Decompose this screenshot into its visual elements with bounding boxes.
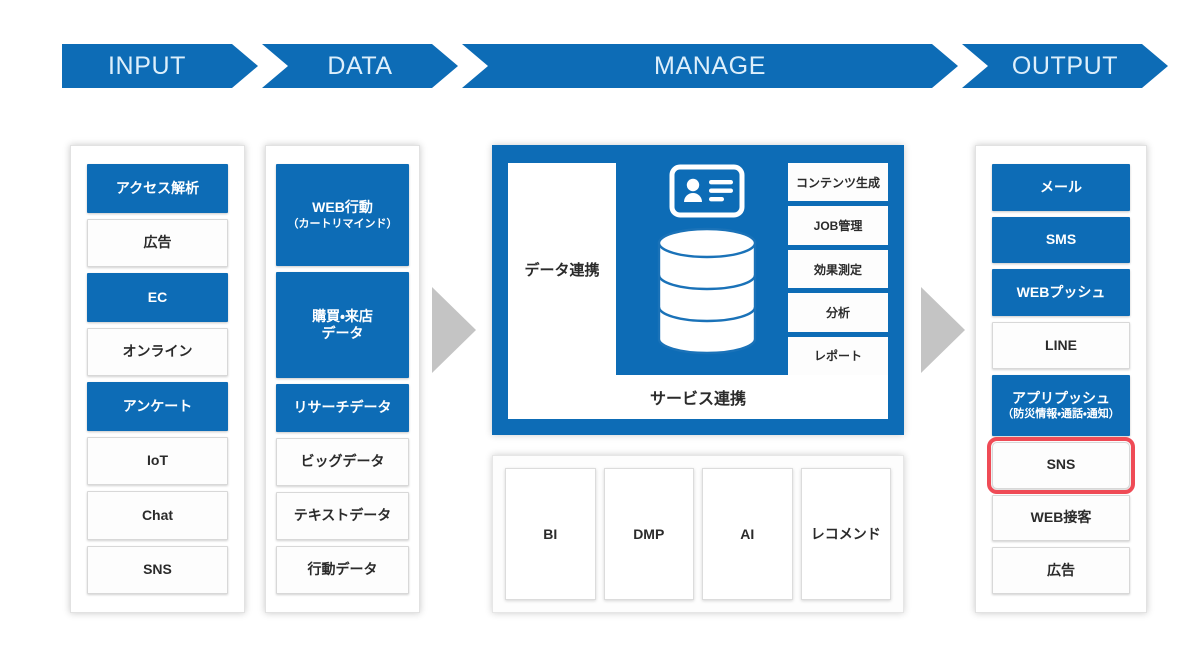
stage-chevron-output[interactable]: OUTPUT	[962, 44, 1168, 88]
data-item-purchase-visit[interactable]: 購買・来店 データ	[276, 272, 409, 378]
stage-chevron-data[interactable]: DATA	[262, 44, 458, 88]
output-item-app-push[interactable]: アプリプッシュ （防災情報・通話・通知）	[992, 374, 1130, 436]
data-item-big-data[interactable]: ビッグデータ	[276, 437, 409, 486]
data-item-behavior-data[interactable]: 行動データ	[276, 545, 409, 595]
manage-data-linkage-label: データ連携	[524, 261, 600, 279]
flow-arrow-manage-to-output	[921, 287, 965, 373]
stage-chevron-label: OUTPUT	[1011, 51, 1119, 80]
chip-sublabel: （防災情報・通話・通知）	[1002, 408, 1120, 421]
chip-label: LINE	[1045, 336, 1077, 353]
manage-tool-recommend[interactable]: レコメンド	[800, 468, 891, 600]
chip-label: Chat	[141, 506, 174, 523]
tool-chip-label: レコメンド	[810, 526, 881, 542]
output-column-panel: メール SMS WEBプッシュ LINE アプリプッシュ （防災情報・通話・通知…	[975, 145, 1147, 613]
manage-service-linkage-label: サービス連携	[649, 391, 746, 408]
manage-function-report[interactable]: レポート	[788, 336, 888, 376]
chip-label: SMS	[1045, 231, 1077, 248]
manage-tool-bi[interactable]: BI	[505, 468, 596, 600]
chip-label: 広告	[1047, 561, 1075, 578]
chip-label: EC	[147, 288, 168, 305]
data-item-text-data[interactable]: テキストデータ	[276, 491, 409, 540]
chip-label: SNS	[143, 561, 172, 577]
input-item-survey[interactable]: アンケート	[87, 382, 228, 431]
input-item-access-analysis[interactable]: アクセス解析	[87, 164, 228, 213]
chip-label: 広告	[143, 234, 172, 250]
side-chip-label: レポート	[813, 349, 862, 364]
diagram-canvas: INPUT DATA MANAGE OUTPUT アクセス解析 広告 EC オン…	[0, 0, 1200, 655]
manage-function-content-generation[interactable]: コンテンツ生成	[788, 163, 888, 202]
flow-arrow-data-to-manage	[432, 287, 476, 373]
manage-function-analysis[interactable]: 分析	[788, 293, 888, 332]
manage-data-linkage-box[interactable]: データ連携	[508, 163, 616, 375]
chip-label: テキストデータ	[293, 507, 392, 524]
tool-chip-label: DMP	[633, 526, 665, 542]
data-column-list: WEB行動 （カートリマインド） 購買・来店 データ リサーチデータ ビッグデー…	[276, 164, 409, 595]
chip-label: SNS	[1046, 456, 1076, 473]
output-item-advertising[interactable]: 広告	[992, 547, 1130, 595]
input-item-iot[interactable]: IoT	[87, 436, 228, 485]
tool-chip-label: AI	[740, 526, 755, 542]
output-item-sns[interactable]: SNS	[987, 436, 1135, 494]
output-item-web-push[interactable]: WEBプッシュ	[992, 269, 1130, 317]
data-item-web-behavior[interactable]: WEB行動 （カートリマインド）	[276, 164, 409, 267]
output-column-list: メール SMS WEBプッシュ LINE アプリプッシュ （防災情報・通話・通知…	[987, 164, 1135, 595]
manage-tool-ai[interactable]: AI	[702, 468, 793, 600]
manage-tool-dmp[interactable]: DMP	[603, 468, 694, 600]
input-item-ec[interactable]: EC	[87, 273, 228, 322]
chip-label: 行動データ	[307, 561, 378, 578]
input-item-sns[interactable]: SNS	[87, 545, 228, 594]
stage-chevron-label: MANAGE	[654, 51, 766, 80]
manage-tools-panel: BI DMP AI レコメンド	[492, 455, 904, 613]
side-chip-label: 効果測定	[813, 262, 862, 277]
manage-function-job-management[interactable]: JOB管理	[788, 206, 888, 245]
chip-label: WEBプッシュ	[1016, 284, 1106, 301]
chip-label: アンケート	[122, 397, 193, 414]
output-item-web-接客[interactable]: WEB接客	[992, 494, 1130, 542]
stage-chevron-label: INPUT	[108, 51, 186, 80]
chip-label: オンライン	[122, 343, 193, 359]
input-column-list: アクセス解析 広告 EC オンライン アンケート IoT Chat SNS	[87, 164, 228, 594]
input-item-chat[interactable]: Chat	[87, 491, 228, 540]
data-column-panel: WEB行動 （カートリマインド） 購買・来店 データ リサーチデータ ビッグデー…	[265, 145, 420, 613]
chip-label: アクセス解析	[115, 179, 200, 196]
chip-label: WEB接客	[1030, 509, 1092, 526]
input-item-advertising[interactable]: 広告	[87, 218, 228, 267]
chip-label: メール	[1040, 178, 1082, 195]
side-chip-label: JOB管理	[813, 219, 863, 234]
stage-chevron-manage[interactable]: MANAGE	[462, 44, 958, 88]
output-item-line[interactable]: LINE	[992, 322, 1130, 369]
manage-function-list: コンテンツ生成 JOB管理 効果測定 分析 レポート	[788, 163, 888, 376]
input-column-panel: アクセス解析 広告 EC オンライン アンケート IoT Chat SNS	[70, 145, 245, 613]
input-item-online[interactable]: オンライン	[87, 327, 228, 376]
database-icon	[653, 227, 761, 355]
data-item-research-data[interactable]: リサーチデータ	[276, 383, 409, 432]
side-chip-label: コンテンツ生成	[795, 175, 880, 190]
manage-panel: データ連携 コンテンツ生成 JOB管理 効果測定 分析 レポート サービス連携	[492, 145, 904, 435]
output-item-sms[interactable]: SMS	[992, 216, 1130, 264]
manage-center-graphics	[632, 163, 782, 375]
chip-label: アプリプッシュ	[1012, 389, 1110, 406]
chip-label: ビッグデータ	[300, 453, 385, 470]
output-item-mail[interactable]: メール	[992, 164, 1130, 211]
id-card-icon	[668, 163, 746, 219]
stage-chevron-input[interactable]: INPUT	[62, 44, 258, 88]
manage-service-linkage-bar[interactable]: サービス連携	[508, 375, 888, 419]
manage-function-effect-measurement[interactable]: 効果測定	[788, 249, 888, 289]
chip-sublabel: （カートリマインド）	[287, 217, 398, 230]
stage-chevron-label: DATA	[327, 51, 393, 80]
tool-chip-label: BI	[543, 526, 558, 542]
side-chip-label: 分析	[825, 305, 850, 320]
stage-header-band: INPUT DATA MANAGE OUTPUT	[0, 0, 1200, 100]
chip-label: 購買・来店 データ	[312, 307, 373, 342]
chip-label: IoT	[147, 452, 168, 468]
chip-label: WEB行動	[312, 199, 373, 216]
chip-label: リサーチデータ	[293, 399, 392, 416]
